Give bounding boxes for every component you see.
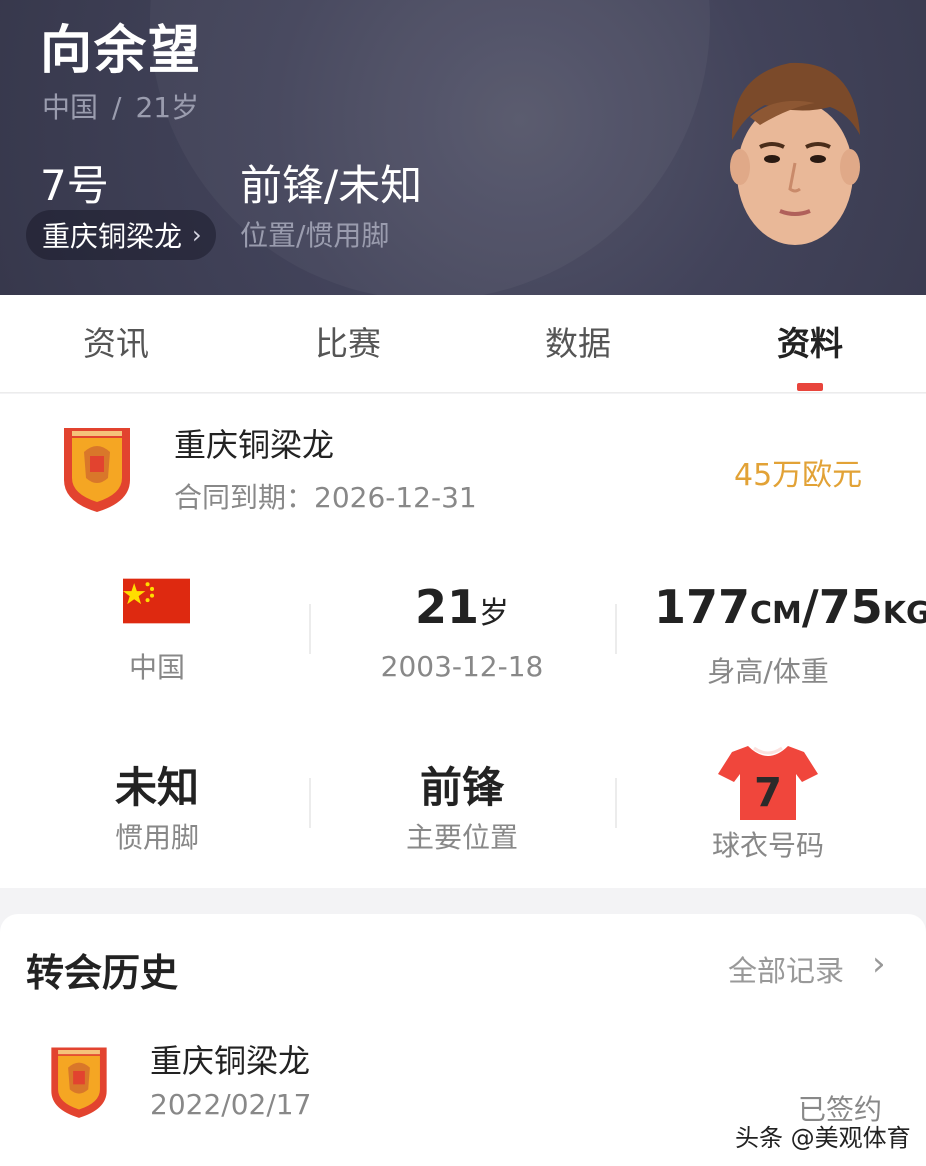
jersey-icon: 7 [718,746,818,820]
header-decoration [150,0,710,295]
birth-date: 2003-12-18 [380,650,544,683]
player-portrait [730,62,860,245]
weight-unit: KG [882,596,926,631]
tab-stats[interactable]: 数据 [518,317,638,365]
transfer-history-title: 转会历史 [26,951,179,995]
divider [615,604,617,654]
market-value: 45万欧元 [734,458,863,493]
height-weight-value: 177CM/75KG [654,580,926,634]
chevron-right-icon: › [192,221,202,249]
height-weight-label: 身高/体重 [707,655,829,688]
divider [615,778,617,828]
position-foot-label: 位置/惯用脚 [240,219,390,252]
age-value: 21岁 [362,580,562,634]
foot-label: 惯用脚 [114,821,199,854]
jersey-label: 球衣号码 [711,829,824,862]
position-value: 前锋 [419,763,504,812]
player-subline: 中国 / 21岁 [42,86,199,126]
country-label: 中国 [128,651,185,684]
position-foot: 前锋/未知 [240,161,423,210]
shirt-number: 7号 [40,161,109,210]
tab-news[interactable]: 资讯 [56,317,176,365]
player-header: 向余望 中国 / 21岁 7号 前锋/未知 重庆铜梁龙 › 位置/惯用脚 [0,0,926,295]
all-records-link[interactable]: 全部记录 [728,948,844,990]
player-name: 向余望 [40,21,203,81]
divider [309,778,311,828]
chevron-right-icon[interactable]: › [872,944,886,984]
club-link-button[interactable]: 重庆铜梁龙 › [26,210,216,260]
watermark: 头条 @美观体育 [735,1124,911,1152]
weight-number: 75 [818,580,883,634]
club-badge-icon[interactable] [60,422,134,514]
club-badge-icon [51,1047,107,1118]
divider [309,604,311,654]
transfer-date: 2022/02/17 [150,1088,312,1121]
height-number: 177 [654,580,751,634]
active-tab-indicator [797,383,823,391]
player-nationality: 中国 [42,91,99,124]
age-unit: 岁 [479,596,509,631]
tab-bar: 资讯 比赛 数据 资料 [0,295,926,393]
tab-matches[interactable]: 比赛 [288,317,408,365]
profile-info-card: 重庆铜梁龙 合同到期：2026-12-31 45万欧元 中国 21岁 2003-… [0,394,926,888]
position-label: 主要位置 [405,821,518,854]
height-unit: CM [750,596,802,631]
foot-value: 未知 [114,763,199,812]
jersey-number: 7 [754,770,782,816]
club-name: 重庆铜梁龙 [174,426,335,464]
separator: / [112,91,122,124]
china-flag-icon [123,578,190,624]
club-link-label: 重庆铜梁龙 [42,220,183,253]
tab-profile[interactable]: 资料 [750,317,870,365]
contract-expiry: 合同到期：2026-12-31 [174,481,477,514]
transfer-club: 重庆铜梁龙 [150,1042,311,1080]
hw-slash: / [801,580,819,634]
player-age: 21岁 [135,91,200,124]
age-number: 21 [414,580,479,634]
